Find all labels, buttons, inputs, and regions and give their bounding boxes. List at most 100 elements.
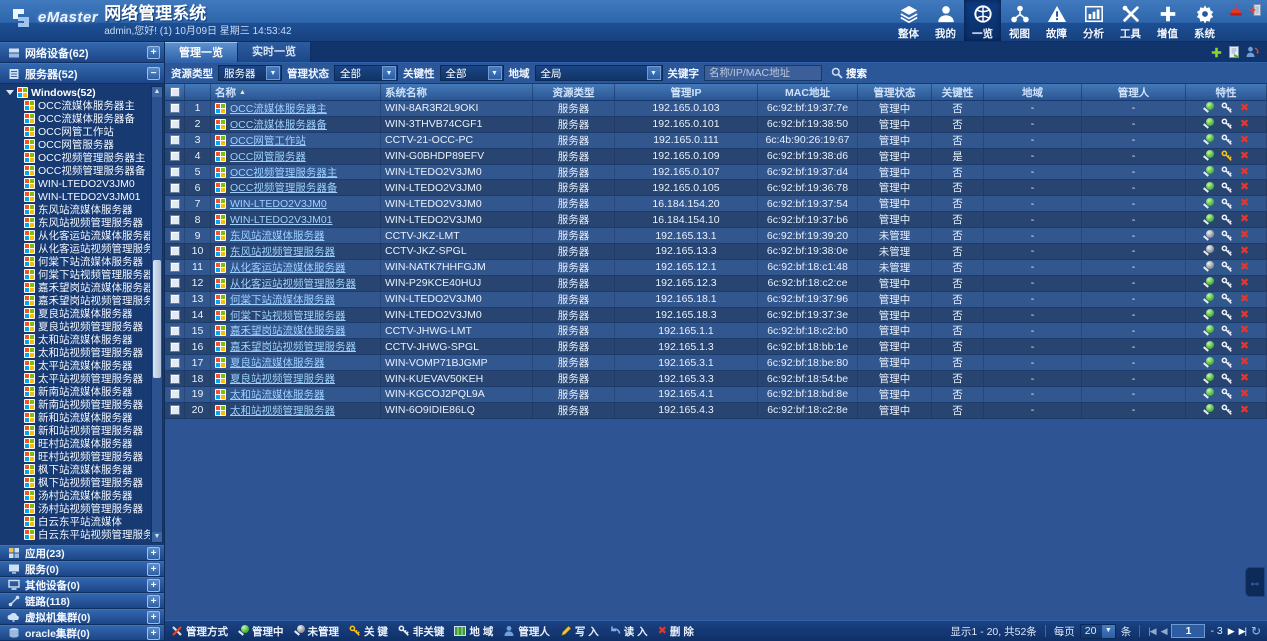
delete-icon[interactable]: ✖ bbox=[1240, 198, 1249, 209]
tree-item[interactable]: OCC网管服务器 bbox=[6, 138, 150, 151]
tree-item[interactable]: 何棠下站流媒体服务器 bbox=[6, 255, 150, 268]
legend-item[interactable]: ✖删 除 bbox=[658, 624, 694, 639]
resource-name-link[interactable]: 嘉禾望岗站视频管理服务器 bbox=[230, 339, 356, 354]
nav-item-system[interactable]: 系统 bbox=[1186, 0, 1223, 41]
section-toggle-button[interactable]: + bbox=[147, 563, 160, 576]
legend-item[interactable]: 关 键 bbox=[349, 624, 388, 639]
row-checkbox[interactable] bbox=[170, 215, 180, 225]
managed-pin-icon[interactable] bbox=[1203, 373, 1214, 385]
noncritical-key-icon[interactable] bbox=[1221, 230, 1233, 242]
table-row[interactable]: 13何棠下站流媒体服务器WIN-LTEDO2V3JM0服务器192.165.18… bbox=[165, 292, 1267, 308]
tree-item[interactable]: 枫下站视频管理服务器 bbox=[6, 476, 150, 489]
critical-key-icon[interactable] bbox=[1221, 150, 1233, 162]
row-checkbox[interactable] bbox=[170, 119, 180, 129]
column-header-4[interactable]: 资源类型 bbox=[533, 84, 615, 100]
column-header-7[interactable]: 管理状态 bbox=[858, 84, 932, 100]
managed-pin-icon[interactable] bbox=[1203, 309, 1214, 321]
sync-user-icon[interactable] bbox=[1246, 46, 1259, 58]
delete-icon[interactable]: ✖ bbox=[1240, 119, 1249, 130]
unmanaged-pin-icon[interactable] bbox=[1203, 261, 1214, 273]
nav-item-tools[interactable]: 工具 bbox=[1112, 0, 1149, 41]
row-checkbox[interactable] bbox=[170, 167, 180, 177]
row-checkbox[interactable] bbox=[170, 405, 180, 415]
noncritical-key-icon[interactable] bbox=[1221, 102, 1233, 114]
noncritical-key-icon[interactable] bbox=[1221, 182, 1233, 194]
row-checkbox[interactable] bbox=[170, 199, 180, 209]
table-row[interactable]: 20太和站视频管理服务器WIN-6O9IDIE86LQ服务器192.165.4.… bbox=[165, 403, 1267, 419]
managed-pin-icon[interactable] bbox=[1203, 325, 1214, 337]
sidebar-section-vm-clusters[interactable]: 虚拟机集群(0)+ bbox=[0, 609, 164, 625]
table-row[interactable]: 18夏良站视频管理服务器WIN-KUEVAV50KEH服务器192.165.3.… bbox=[165, 371, 1267, 387]
row-checkbox[interactable] bbox=[170, 374, 180, 384]
collapse-panel-handle[interactable]: ⇔ bbox=[1245, 567, 1265, 597]
prev-page-button[interactable]: ◀ bbox=[1161, 626, 1167, 637]
refresh-icon[interactable]: ↻ bbox=[1251, 624, 1261, 638]
resource-name-link[interactable]: WIN-LTEDO2V3JM0 bbox=[230, 198, 327, 210]
sidebar-section-servers[interactable]: 服务器(52)− bbox=[0, 63, 164, 84]
legend-item[interactable]: 管理人 bbox=[503, 624, 550, 639]
delete-icon[interactable]: ✖ bbox=[1240, 182, 1249, 193]
row-checkbox[interactable] bbox=[170, 358, 180, 368]
column-header-5[interactable]: 管理IP bbox=[615, 84, 758, 100]
row-checkbox[interactable] bbox=[170, 278, 180, 288]
delete-icon[interactable]: ✖ bbox=[1240, 405, 1249, 416]
sidebar-section-links[interactable]: 链路(118)+ bbox=[0, 593, 164, 609]
tree-item[interactable]: WIN-LTEDO2V3JM0 bbox=[6, 177, 150, 190]
nav-item-analysis[interactable]: 分析 bbox=[1075, 0, 1112, 41]
resource-name-link[interactable]: 东风站视频管理服务器 bbox=[230, 244, 335, 259]
tab-realtime-overview[interactable]: 实时一览 bbox=[238, 42, 311, 62]
managed-pin-icon[interactable] bbox=[1203, 214, 1214, 226]
managed-pin-icon[interactable] bbox=[1203, 150, 1214, 162]
tree-item[interactable]: 夏良站视频管理服务器 bbox=[6, 320, 150, 333]
delete-icon[interactable]: ✖ bbox=[1240, 341, 1249, 352]
nav-item-addons[interactable]: 增值 bbox=[1149, 0, 1186, 41]
unmanaged-pin-icon[interactable] bbox=[1203, 245, 1214, 257]
table-row[interactable]: 6OCC视频管理服务器备WIN-LTEDO2V3JM0服务器192.165.0.… bbox=[165, 180, 1267, 196]
delete-icon[interactable]: ✖ bbox=[1240, 230, 1249, 241]
table-row[interactable]: 8WIN-LTEDO2V3JM01WIN-LTEDO2V3JM0服务器16.18… bbox=[165, 212, 1267, 228]
section-toggle-button[interactable]: + bbox=[147, 46, 160, 59]
current-page-input[interactable]: 1 bbox=[1171, 624, 1205, 638]
tab-manage-overview[interactable]: 管理一览 bbox=[165, 42, 238, 62]
tree-item[interactable]: 太平站视频管理服务器 bbox=[6, 372, 150, 385]
section-toggle-button[interactable]: + bbox=[147, 547, 160, 560]
section-toggle-button[interactable]: + bbox=[147, 627, 160, 640]
noncritical-key-icon[interactable] bbox=[1221, 277, 1233, 289]
row-checkbox[interactable] bbox=[170, 183, 180, 193]
noncritical-key-icon[interactable] bbox=[1221, 118, 1233, 130]
noncritical-key-icon[interactable] bbox=[1221, 166, 1233, 178]
nav-item-overall[interactable]: 整体 bbox=[890, 0, 927, 41]
resource-name-link[interactable]: WIN-LTEDO2V3JM01 bbox=[230, 214, 333, 226]
tree-item[interactable]: 汤村站流媒体服务器 bbox=[6, 489, 150, 502]
noncritical-key-icon[interactable] bbox=[1221, 245, 1233, 257]
resource-name-link[interactable]: 太和站视频管理服务器 bbox=[230, 403, 335, 418]
tree-item[interactable]: 太平站流媒体服务器 bbox=[6, 359, 150, 372]
sidebar-section-oracle-clusters[interactable]: oracle集群(0)+ bbox=[0, 625, 164, 641]
tree-item[interactable]: 新和站视频管理服务器 bbox=[6, 424, 150, 437]
section-toggle-button[interactable]: + bbox=[147, 595, 160, 608]
delete-icon[interactable]: ✖ bbox=[1240, 246, 1249, 257]
table-row[interactable]: 5OCC视频管理服务器主WIN-LTEDO2V3JM0服务器192.165.0.… bbox=[165, 165, 1267, 181]
noncritical-key-icon[interactable] bbox=[1221, 293, 1233, 305]
alarm-icon[interactable] bbox=[1229, 3, 1243, 22]
table-row[interactable]: 11从化客运站流媒体服务器WIN-NATK7HHFGJM服务器192.165.1… bbox=[165, 260, 1267, 276]
resource-name-link[interactable]: 从化客运站视频管理服务器 bbox=[230, 276, 356, 291]
delete-icon[interactable]: ✖ bbox=[1240, 135, 1249, 146]
unmanaged-pin-icon[interactable] bbox=[1203, 230, 1214, 242]
tree-item[interactable]: 白云东平站视频管理服务器 bbox=[6, 528, 150, 541]
tree-scrollbar[interactable]: ▲▼ bbox=[151, 86, 163, 543]
scroll-down-icon[interactable]: ▼ bbox=[152, 532, 162, 542]
tree-item[interactable]: 新南站视频管理服务器 bbox=[6, 398, 150, 411]
delete-icon[interactable]: ✖ bbox=[1240, 310, 1249, 321]
row-checkbox[interactable] bbox=[170, 389, 180, 399]
search-button[interactable]: 搜索 bbox=[827, 66, 871, 81]
managed-pin-icon[interactable] bbox=[1203, 134, 1214, 146]
resource-name-link[interactable]: 夏良站视频管理服务器 bbox=[230, 371, 335, 386]
resource-name-link[interactable]: OCC视频管理服务器备 bbox=[230, 180, 337, 195]
filter-select-region[interactable]: 全局▼ bbox=[535, 65, 663, 81]
column-header-2[interactable]: 名称▲ bbox=[211, 84, 381, 100]
tree-item[interactable]: 太和站视频管理服务器 bbox=[6, 346, 150, 359]
delete-icon[interactable]: ✖ bbox=[1240, 262, 1249, 273]
resource-name-link[interactable]: 何棠下站流媒体服务器 bbox=[230, 292, 335, 307]
table-row[interactable]: 4OCC网管服务器WIN-G0BHDP89EFV服务器192.165.0.109… bbox=[165, 149, 1267, 165]
